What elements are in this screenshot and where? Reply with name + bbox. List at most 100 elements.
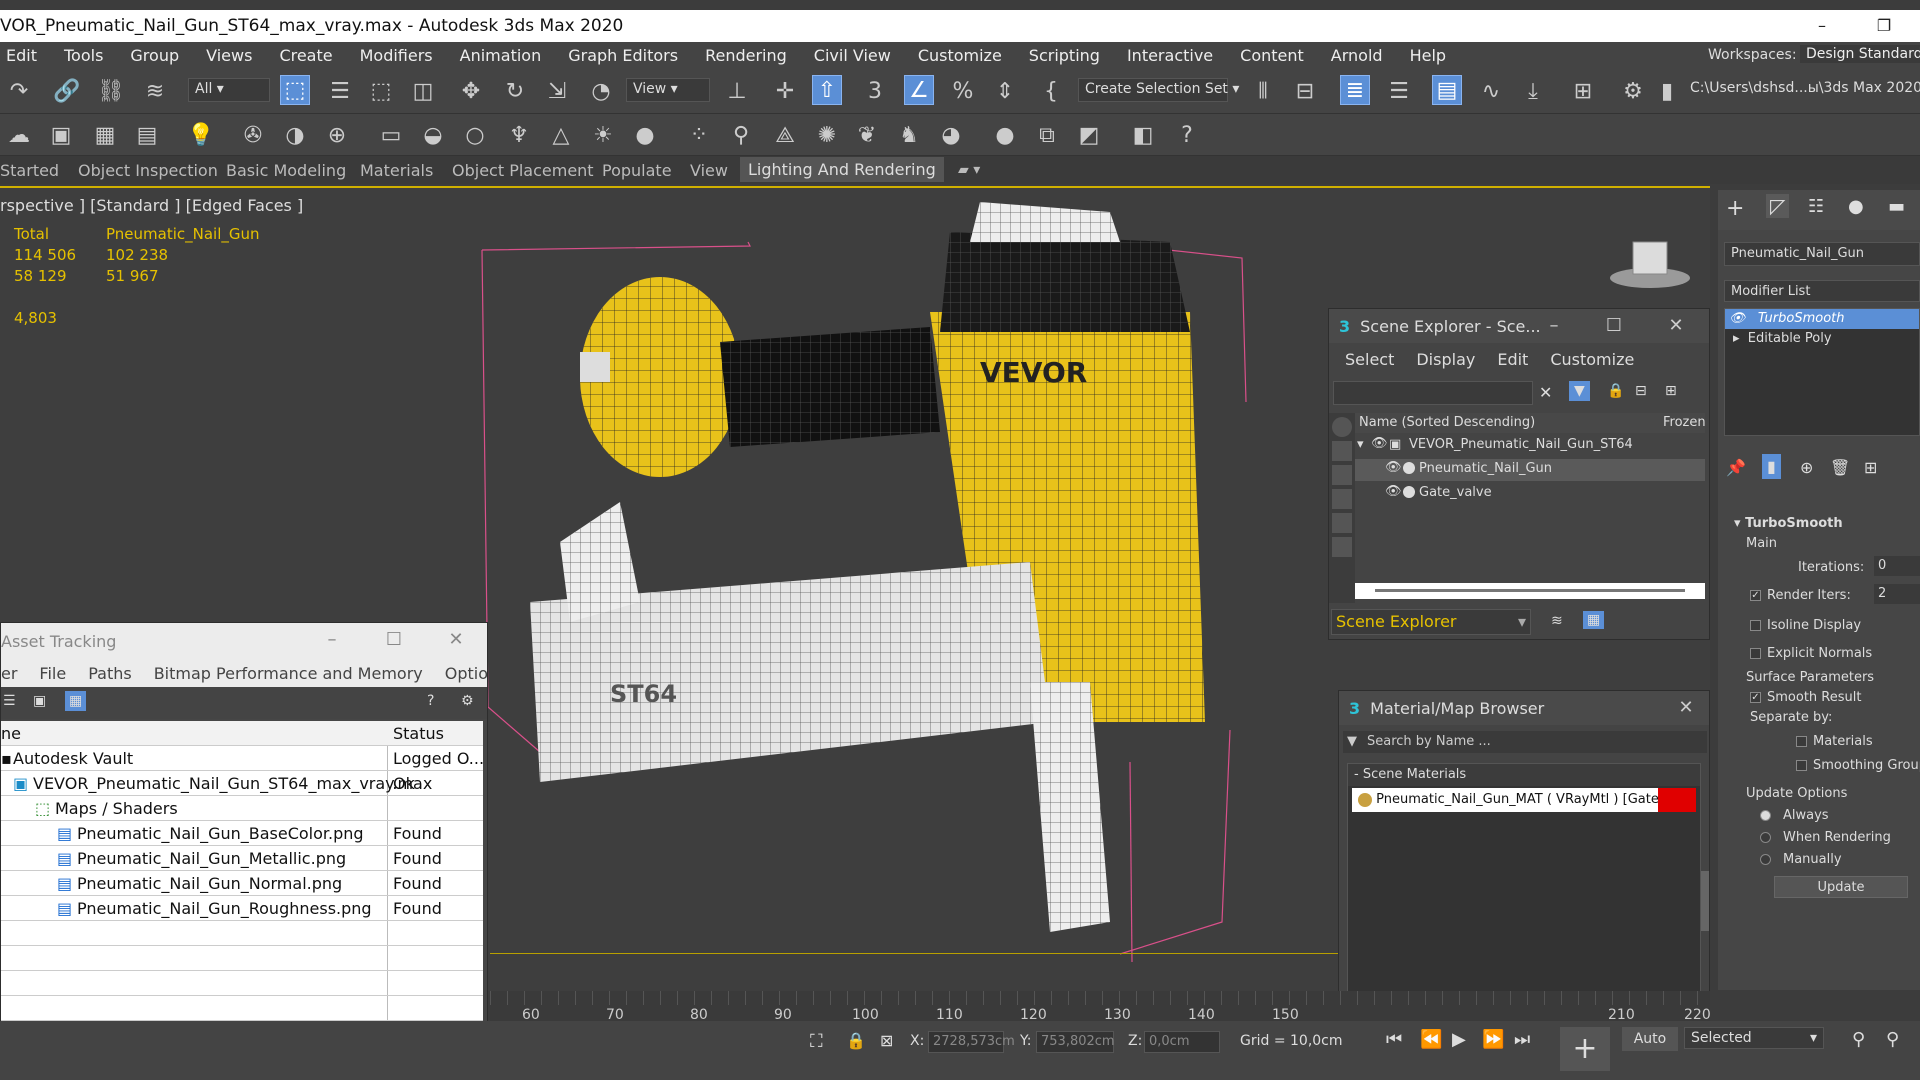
percent-snap-icon[interactable]: % (948, 76, 978, 106)
layers-icon[interactable]: ≋ (1551, 613, 1563, 629)
scene-close-button[interactable]: ✕ (1661, 309, 1691, 343)
lights-filter-icon[interactable] (1332, 465, 1352, 485)
motion-tab-icon[interactable]: ● (1848, 196, 1864, 217)
absolute-mode-icon[interactable]: ⊠ (880, 1031, 893, 1050)
layer-explorer-icon[interactable]: ≣ (1340, 75, 1370, 105)
menu-edit[interactable]: Edit (6, 46, 37, 65)
zoom-all-icon[interactable]: ⚲ (1886, 1029, 1899, 1050)
name-column-header[interactable]: Name (Sorted Descending) (1359, 415, 1535, 430)
scale-icon[interactable]: ⇲ (542, 76, 572, 106)
remove-modifier-icon[interactable]: 🗑 (1830, 458, 1850, 477)
table-row[interactable]: ▤ Pneumatic_Nail_Gun_Metallic.png Found (1, 846, 483, 871)
turbosmooth-rollout[interactable]: ▾ TurboSmooth (1734, 516, 1843, 531)
mirror-icon[interactable]: ⫴ (1248, 76, 1278, 106)
layer-icon[interactable]: ⊞ (1665, 383, 1677, 399)
table-row[interactable]: ⬚ Maps / Shaders (1, 796, 483, 821)
materials-checkbox[interactable]: Materials (1796, 734, 1873, 749)
object-name-field[interactable]: Pneumatic_Nail_Gun (1724, 242, 1920, 266)
z-coord-field[interactable]: 0,0cm (1144, 1031, 1220, 1053)
scene-maximize-button[interactable]: ☐ (1599, 309, 1629, 343)
frozen-column-header[interactable]: Frozen (1663, 415, 1706, 430)
always-radio[interactable]: Always (1760, 808, 1829, 823)
maximize-button[interactable]: ❐ (1864, 10, 1904, 42)
keyboard-shortcut-icon[interactable]: ⇧ (812, 75, 842, 105)
mesh-light-icon[interactable]: ♆ (504, 120, 534, 150)
render-setup-icon[interactable]: ⚙ (1618, 76, 1648, 106)
sun-icon[interactable]: ☀ (588, 120, 618, 150)
viewport-label[interactable]: rspective ] [Standard ] [Edged Faces ] (0, 196, 303, 215)
plane-icon[interactable]: ⟁ (770, 120, 800, 150)
lock-selection-icon[interactable]: 🔒 (846, 1031, 866, 1050)
selection-filter-dropdown[interactable]: All ▾ (188, 78, 270, 102)
align-icon[interactable]: ⊟ (1290, 76, 1320, 106)
tab-populate[interactable]: Populate (602, 161, 672, 180)
tab-basic-modeling[interactable]: Basic Modeling (226, 161, 346, 180)
ref-coord-dropdown[interactable]: View ▾ (626, 78, 710, 102)
previous-frame-icon[interactable]: ⏪ (1420, 1029, 1442, 1050)
menu-help[interactable]: Help (1410, 46, 1446, 65)
viewcube-icon[interactable] (1605, 228, 1695, 298)
help-icon[interactable]: ? (1172, 120, 1202, 150)
sphere-icon[interactable]: ○ (460, 120, 490, 150)
explicit-normals-checkbox[interactable]: Explicit Normals (1750, 646, 1872, 661)
cameras-filter-icon[interactable] (1332, 489, 1352, 509)
modifier-turbosmooth[interactable]: 👁 TurboSmooth (1725, 309, 1919, 329)
ies-light-icon[interactable]: △ (546, 120, 576, 150)
vray-icon[interactable]: ✇ (238, 120, 268, 150)
when-rendering-radio[interactable]: When Rendering (1760, 830, 1891, 845)
select-by-name-icon[interactable]: ☰ (325, 76, 355, 106)
scene-materials-header[interactable]: - Scene Materials (1348, 764, 1700, 786)
cloud-icon[interactable]: ☁ (4, 120, 34, 150)
toggle-ribbon-icon[interactable]: ☰ (1384, 76, 1414, 106)
menu-create[interactable]: Create (279, 46, 332, 65)
iterations-spinner[interactable]: 0 (1874, 556, 1920, 576)
goto-start-icon[interactable]: ⏮ (1386, 1029, 1402, 1050)
menu-animation[interactable]: Animation (460, 46, 542, 65)
clear-search-icon[interactable]: ✕ (1539, 383, 1552, 402)
select-object-icon[interactable]: ⬚ (280, 75, 310, 105)
table-row[interactable]: ▤ Pneumatic_Nail_Gun_Normal.png Found (1, 871, 483, 896)
asset-menu-file[interactable]: File (39, 664, 66, 683)
expand-arrow-icon[interactable]: ▾ (1357, 437, 1364, 452)
render-iters-spinner[interactable]: 2 (1874, 584, 1920, 604)
move-icon[interactable]: ✥ (456, 76, 486, 106)
place-icon[interactable]: ◔ (586, 76, 616, 106)
minimize-button[interactable]: – (1802, 10, 1842, 42)
column-status-header[interactable]: Status (393, 724, 444, 743)
select-manipulate-icon[interactable]: ✛ (770, 76, 800, 106)
tab-started[interactable]: Started (0, 161, 59, 180)
pivot-icon[interactable]: ⊥ (722, 76, 752, 106)
tab-object-inspection[interactable]: Object Inspection (78, 161, 218, 180)
next-frame-icon[interactable]: ⏩ (1482, 1029, 1504, 1050)
project-path[interactable]: C:\Users\dshsd...ы\3ds Max 2020 (1684, 78, 1920, 102)
update-button[interactable]: Update (1774, 876, 1908, 898)
auto-key-button[interactable]: Auto (1622, 1027, 1678, 1051)
y-coord-field[interactable]: 753,802cm (1036, 1031, 1115, 1053)
dome-light-icon[interactable]: ◒ (418, 120, 448, 150)
geometry-filter-icon[interactable] (1332, 417, 1352, 437)
visibility-eye-icon[interactable]: 👁 (1385, 484, 1402, 499)
material-editor-icon[interactable]: ⊞ (1568, 76, 1598, 106)
volume-icon[interactable]: ◕ (936, 120, 966, 150)
menu-interactive[interactable]: Interactive (1127, 46, 1213, 65)
snap-3d-icon[interactable]: 3 (860, 76, 890, 106)
render-iters-checkbox[interactable]: ✓ Render Iters: (1750, 588, 1851, 603)
scene-explorer-icon[interactable]: ▤ (1432, 75, 1462, 105)
menu-arnold[interactable]: Arnold (1331, 46, 1383, 65)
material-search-input[interactable]: ▼ Search by Name ... (1343, 731, 1707, 753)
menu-views[interactable]: Views (206, 46, 252, 65)
scrollbar-thumb[interactable] (1375, 589, 1685, 592)
table-row[interactable]: ▤ Pneumatic_Nail_Gun_BaseColor.png Found (1, 821, 483, 846)
decal-icon[interactable]: ✺ (812, 120, 842, 150)
bind-spacewarp-icon[interactable]: ≋ (140, 76, 170, 106)
menu-group[interactable]: Group (130, 46, 179, 65)
material-scrollbar[interactable] (1701, 871, 1709, 931)
hierarchy-icon[interactable]: ⊟ (1635, 383, 1647, 399)
isoline-display-checkbox[interactable]: Isoline Display (1750, 618, 1861, 633)
clipper-icon[interactable]: ♞ (894, 120, 924, 150)
nail-gun-model[interactable]: VEVOR ST64 (470, 202, 1250, 962)
scene-item-selected[interactable]: 👁 Pneumatic_Nail_Gun (1355, 459, 1705, 481)
x-coord-field[interactable]: 2728,573cm (928, 1031, 1015, 1053)
scene-minimize-button[interactable]: – (1539, 309, 1569, 343)
tab-object-placement[interactable]: Object Placement (452, 161, 594, 180)
